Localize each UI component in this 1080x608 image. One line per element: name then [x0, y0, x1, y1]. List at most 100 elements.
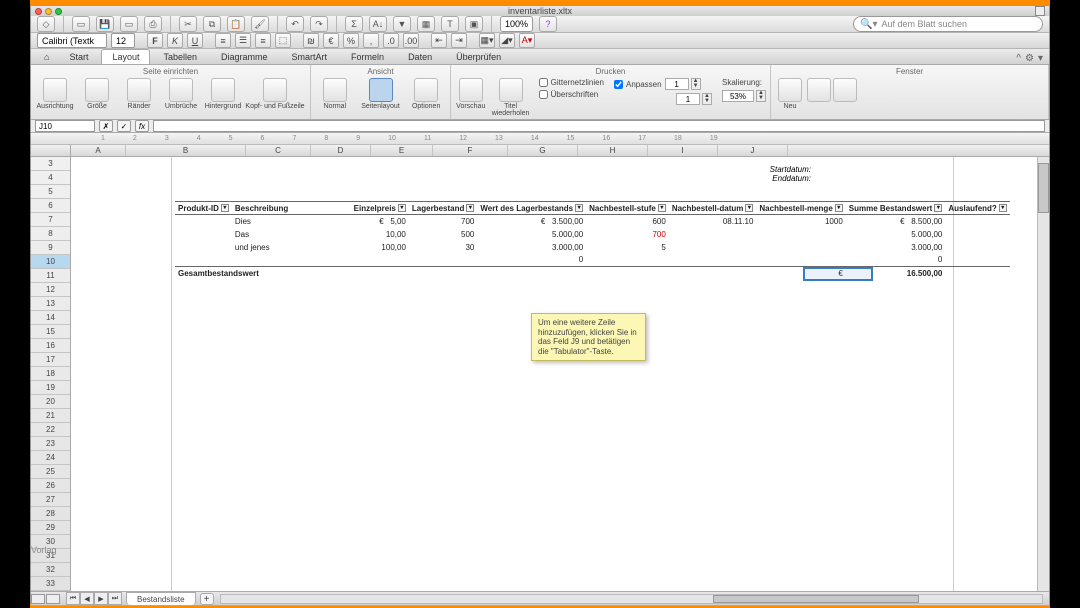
tab-data[interactable]: Daten [397, 49, 443, 64]
margins-button[interactable]: Ränder [119, 78, 159, 110]
view-options-button[interactable]: Optionen [406, 78, 446, 110]
col-header[interactable]: B [126, 145, 246, 156]
font-size-combo[interactable]: 12 [111, 33, 135, 48]
help-icon[interactable]: ? [539, 16, 557, 32]
new-doc-icon[interactable]: ◇ [37, 16, 55, 32]
sort-icon[interactable]: A↓ [369, 16, 387, 32]
tab-formulas[interactable]: Formeln [340, 49, 395, 64]
filter-icon[interactable]: ▾ [745, 204, 753, 212]
zoom-combo[interactable]: 100% [500, 16, 533, 32]
filter-icon[interactable]: ▼ [393, 16, 411, 32]
tab-tables[interactable]: Tabellen [152, 49, 208, 64]
fullscreen-button[interactable] [1035, 6, 1045, 16]
indent-inc-button[interactable]: ⇥ [451, 33, 467, 48]
row-header[interactable]: 11 [31, 269, 70, 283]
underline-button[interactable]: U [187, 33, 203, 48]
arrange-button[interactable] [807, 78, 831, 102]
filter-icon[interactable]: ▾ [398, 204, 406, 212]
borders-button[interactable]: ▦▾ [479, 33, 495, 48]
row-header[interactable]: 5 [31, 185, 70, 199]
tab-nav-first[interactable]: ⏮ [66, 592, 80, 605]
table-row[interactable]: und jenes 100,00 30 3.000,00 5 3.000,00 [175, 241, 1010, 254]
col-header[interactable]: C [246, 145, 311, 156]
row-header[interactable]: 28 [31, 507, 70, 521]
save-as-icon[interactable]: ▭ [120, 16, 138, 32]
col-header[interactable]: J [718, 145, 788, 156]
horizontal-scrollbar[interactable] [220, 594, 1043, 604]
fx-icon[interactable]: fx [135, 120, 149, 132]
cancel-formula-icon[interactable]: ✗ [99, 120, 113, 132]
cut-icon[interactable]: ✂ [179, 16, 197, 32]
chart-icon[interactable]: ▦ [417, 16, 435, 32]
textbox-icon[interactable]: T [441, 16, 459, 32]
row-header[interactable]: 33 [31, 577, 70, 591]
filter-icon[interactable]: ▾ [575, 204, 583, 212]
col-header[interactable]: F [433, 145, 508, 156]
merge-button[interactable]: ⬚ [275, 33, 291, 48]
row-header[interactable]: 18 [31, 367, 70, 381]
col-header[interactable]: D [311, 145, 371, 156]
tab-nav-last[interactable]: ⏭ [108, 592, 122, 605]
row-header[interactable]: 15 [31, 325, 70, 339]
breaks-button[interactable]: Umbrüche [161, 78, 201, 110]
align-center-button[interactable]: ☰ [235, 33, 251, 48]
vertical-scrollbar[interactable] [1037, 157, 1049, 591]
orientation-button[interactable]: Ausrichtung [35, 78, 75, 110]
filter-icon[interactable]: ▾ [999, 204, 1007, 212]
preview-button[interactable]: Vorschau [455, 78, 487, 110]
view-page-icon[interactable] [46, 594, 60, 604]
tab-nav-prev[interactable]: ◀ [80, 592, 94, 605]
print-icon[interactable]: ⎙ [144, 16, 162, 32]
filter-icon[interactable]: ▾ [658, 204, 666, 212]
search-field[interactable]: 🔍▾ Auf dem Blatt suchen [853, 16, 1043, 32]
normal-view-button[interactable]: Normal [315, 78, 355, 110]
tab-home-icon[interactable]: ⌂ [37, 49, 56, 64]
table-row[interactable]: Dies € 5,00 700 € 3.500,00 600 08.11.10 … [175, 215, 1010, 228]
gridlines-checkbox[interactable]: Gitternetzlinien [539, 78, 604, 87]
euro-button[interactable]: € [323, 33, 339, 48]
percent-button[interactable]: % [343, 33, 359, 48]
table-row[interactable]: Das 10,00 500 5.000,00 700 5.000,00 [175, 228, 1010, 241]
row-header[interactable]: 17 [31, 353, 70, 367]
row-header[interactable]: 4 [31, 171, 70, 185]
col-header[interactable]: H [578, 145, 648, 156]
row-header[interactable]: 25 [31, 465, 70, 479]
scale-spinner[interactable]: ▲▼ [722, 90, 766, 102]
fit-checkbox[interactable]: Anpassen [614, 80, 662, 89]
ribbon-collapse-icon[interactable]: ^ [1016, 53, 1021, 64]
filter-icon[interactable]: ▾ [934, 204, 942, 212]
row-header[interactable]: 27 [31, 493, 70, 507]
repeat-titles-button[interactable]: Titel wiederholen [489, 78, 533, 117]
col-header[interactable]: A [71, 145, 126, 156]
row-header[interactable]: 32 [31, 563, 70, 577]
select-all-corner[interactable] [31, 145, 71, 156]
format-painter-icon[interactable]: 🖌 [251, 16, 269, 32]
page-layout-button[interactable]: Seitenlayout [357, 78, 405, 110]
row-header[interactable]: 21 [31, 409, 70, 423]
background-button[interactable]: Hintergrund [203, 78, 243, 110]
col-header[interactable]: E [371, 145, 433, 156]
fit-pages2-spinner[interactable]: ▲▼ [676, 93, 712, 105]
row-header[interactable]: 12 [31, 283, 70, 297]
paste-icon[interactable]: 📋 [227, 16, 245, 32]
row-header[interactable]: 3 [31, 157, 70, 171]
font-color-button[interactable]: A▾ [519, 33, 535, 48]
tab-charts[interactable]: Diagramme [210, 49, 279, 64]
autosum-icon[interactable]: Σ [345, 16, 363, 32]
row-header[interactable]: 22 [31, 423, 70, 437]
row-header[interactable]: 10 [31, 255, 70, 269]
tab-layout[interactable]: Layout [101, 49, 150, 64]
col-header[interactable]: G [508, 145, 578, 156]
tab-smartart[interactable]: SmartArt [281, 49, 339, 64]
tab-review[interactable]: Überprüfen [445, 49, 512, 64]
dec-dec-button[interactable]: .00 [403, 33, 419, 48]
save-icon[interactable]: 💾 [96, 16, 114, 32]
row-header[interactable]: 24 [31, 451, 70, 465]
accept-formula-icon[interactable]: ✓ [117, 120, 131, 132]
ribbon-gear-icon[interactable]: ⚙ [1025, 53, 1034, 64]
indent-dec-button[interactable]: ⇤ [431, 33, 447, 48]
currency-button[interactable]: ₪ [303, 33, 319, 48]
thousands-button[interactable]: , [363, 33, 379, 48]
dec-inc-button[interactable]: .0 [383, 33, 399, 48]
freeze-button[interactable] [833, 78, 857, 102]
